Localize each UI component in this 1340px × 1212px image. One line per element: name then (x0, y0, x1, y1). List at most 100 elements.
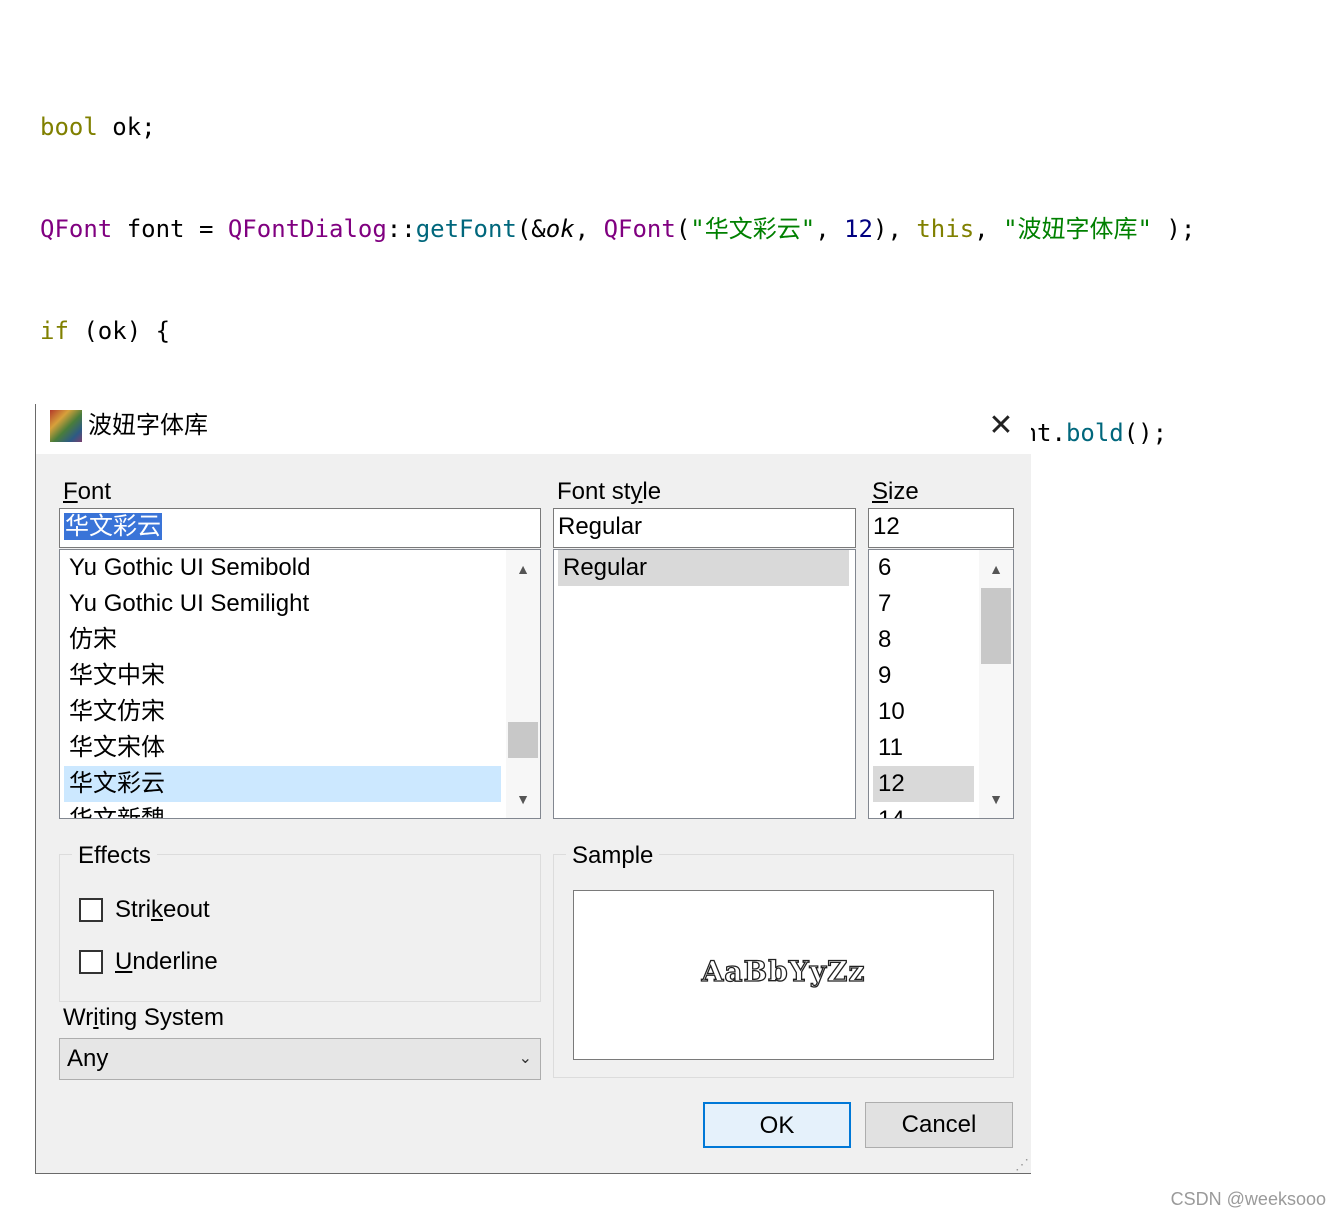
size-label-mnemonic: S (872, 478, 889, 505)
scroll-down-icon[interactable]: ▼ (506, 784, 540, 814)
code-line: if (ok) { (40, 314, 1330, 348)
font-style-list[interactable]: Regular (553, 549, 856, 819)
code-token: , (574, 215, 604, 243)
code-token: QFont (40, 215, 113, 243)
underline-label-b: nderline (132, 948, 218, 975)
strikeout-checkbox[interactable] (79, 898, 103, 922)
font-list-item[interactable]: 华文仿宋 (64, 694, 165, 730)
code-token: QFontDialog (227, 215, 387, 243)
code-token: ( (675, 215, 691, 243)
cancel-button[interactable]: Cancel (865, 1102, 1013, 1148)
sample-label: Sample (566, 842, 660, 870)
strikeout-label-b: eout (163, 896, 210, 923)
code-token: bold (1065, 419, 1124, 447)
scroll-thumb[interactable] (508, 722, 538, 758)
code-token: bool (40, 113, 98, 141)
ok-button[interactable]: OK (703, 1102, 851, 1148)
code-token: QFont (603, 215, 676, 243)
font-style-label-a: Font st (557, 478, 631, 505)
strikeout-label[interactable]: Strikeout (115, 896, 210, 924)
size-list-item[interactable]: 11 (873, 730, 903, 766)
font-list-item[interactable]: Yu Gothic UI Semibold (64, 550, 310, 586)
writing-system-label: Writing System (63, 1004, 224, 1032)
sample-text: AaBbYyZz (701, 954, 866, 988)
effects-group (59, 854, 541, 1002)
code-token: getFont (415, 215, 517, 243)
close-icon: ✕ (988, 409, 1014, 442)
font-list[interactable]: Yu Gothic UI Semibold Yu Gothic UI Semil… (59, 549, 541, 819)
chevron-down-icon: ⌄ (518, 1050, 532, 1067)
underline-label[interactable]: Underline (115, 948, 218, 976)
size-list-scrollbar[interactable]: ▲ ▼ (979, 550, 1013, 818)
title-bar[interactable]: 波妞字体库 ✕ (36, 404, 1031, 454)
dialog-title: 波妞字体库 (88, 412, 208, 439)
size-list-item-selected[interactable]: 12 (873, 766, 974, 802)
code-line: bool ok; (40, 110, 1330, 144)
font-list-item-selected[interactable]: 华文彩云 (64, 766, 501, 802)
font-label: Font (63, 478, 111, 506)
font-style-label-mnemonic: y (630, 478, 643, 505)
writing-system-select[interactable]: Any ⌄ (59, 1038, 541, 1080)
code-token: , (815, 215, 845, 243)
code-token: (ok) { (68, 317, 171, 345)
code-token: this (916, 215, 975, 243)
size-list-item[interactable]: 10 (873, 694, 905, 730)
font-list-item[interactable]: 华文宋体 (64, 730, 165, 766)
code-token: ), (873, 215, 917, 243)
code-token: (& (516, 215, 546, 243)
code-token: if (40, 317, 69, 345)
size-list-item[interactable]: 6 (873, 550, 891, 586)
watermark: CSDN @weeksooo (1170, 1189, 1326, 1209)
code-token: ok; (97, 113, 156, 141)
code-token: ok (545, 215, 575, 243)
code-token: . (1051, 419, 1066, 447)
scroll-up-icon[interactable]: ▲ (506, 554, 540, 584)
font-list-item[interactable]: 仿宋 (64, 622, 117, 658)
underline-checkbox[interactable] (79, 950, 103, 974)
underline-label-mnemonic: U (115, 948, 133, 975)
font-list-scrollbar[interactable]: ▲ ▼ (506, 550, 540, 818)
app-icon (50, 410, 82, 442)
font-style-input[interactable]: Regular (553, 508, 856, 548)
font-style-list-item-selected[interactable]: Regular (558, 550, 849, 586)
size-list-item[interactable]: 8 (873, 622, 891, 658)
font-style-label-b: le (642, 478, 662, 505)
close-button[interactable]: ✕ (983, 408, 1019, 444)
writing-system-label-a: Wr (63, 1004, 94, 1031)
code-token: :: (386, 215, 416, 243)
font-list-item[interactable]: 华文新魏 (64, 802, 165, 818)
size-label: Size (872, 478, 919, 506)
code-token: 12 (844, 215, 873, 243)
size-input[interactable]: 12 (868, 508, 1014, 548)
strikeout-label-a: Stri (115, 896, 151, 923)
size-list-item[interactable]: 9 (873, 658, 891, 694)
font-label-mnemonic: F (63, 478, 78, 505)
size-list[interactable]: 6 7 8 9 10 11 12 14 ▲ ▼ (868, 549, 1014, 819)
scroll-up-icon[interactable]: ▲ (979, 554, 1013, 584)
code-token: ); (1151, 215, 1196, 243)
size-label-rest: ize (888, 478, 919, 505)
font-input-selected-text: 华文彩云 (64, 513, 162, 540)
font-input[interactable]: 华文彩云 (59, 508, 541, 548)
code-token: "波妞字体库" (1003, 215, 1152, 243)
sample-preview: AaBbYyZz (573, 890, 994, 1060)
font-style-label: Font style (557, 478, 661, 506)
code-token: , (974, 215, 1004, 243)
strikeout-label-mnemonic: k (151, 896, 163, 923)
scroll-thumb[interactable] (981, 588, 1011, 664)
font-list-item[interactable]: Yu Gothic UI Semilight (64, 586, 309, 622)
code-token: (); (1123, 419, 1168, 447)
writing-system-value: Any (67, 1045, 109, 1072)
code-token: font = (112, 215, 228, 243)
font-list-item[interactable]: 华文中宋 (64, 658, 165, 694)
size-list-item[interactable]: 14 (873, 802, 905, 818)
font-label-rest: ont (77, 478, 112, 505)
resize-grip-icon[interactable]: ⋰ (1015, 1157, 1029, 1171)
writing-system-label-b: ting System (98, 1004, 224, 1031)
size-list-item[interactable]: 7 (873, 586, 891, 622)
scroll-down-icon[interactable]: ▼ (979, 784, 1013, 814)
font-dialog: 波妞字体库 ✕ Font 华文彩云 Yu Gothic UI Semibold … (35, 404, 1031, 1174)
effects-label: Effects (72, 842, 157, 870)
code-line: QFont font = QFontDialog::getFont(&ok, Q… (40, 212, 1330, 246)
code-token: "华文彩云" (690, 215, 816, 243)
